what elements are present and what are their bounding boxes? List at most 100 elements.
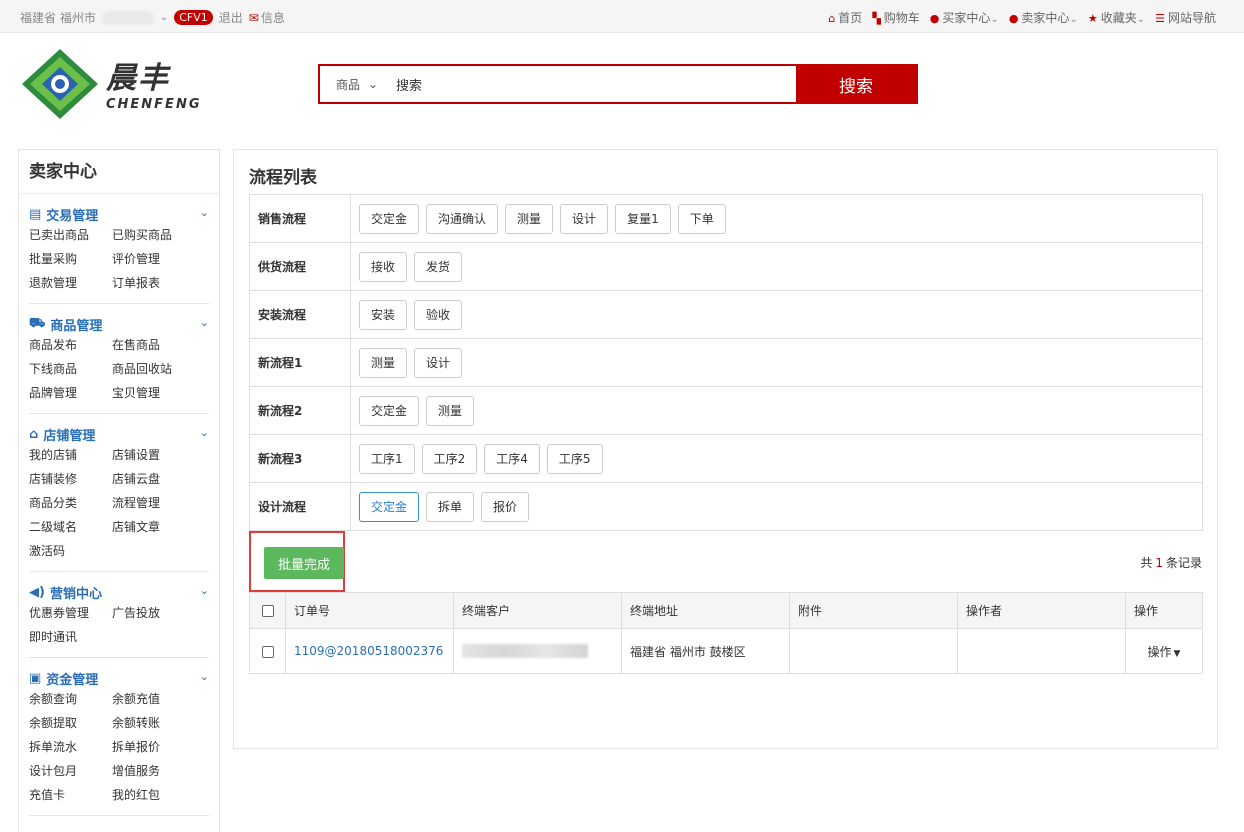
flow-step-button[interactable]: 拆单 [426, 491, 475, 522]
flow-label: 新流程3 [249, 434, 351, 483]
search-input[interactable] [394, 66, 796, 102]
sidebar-item[interactable]: 即时通讯 [29, 625, 112, 649]
search-button[interactable]: 搜索 [796, 66, 916, 102]
nav-buyer-center[interactable]: ● 买家中心⌄ [930, 9, 999, 26]
sidebar-item[interactable]: 已卖出商品 [29, 223, 112, 247]
sidebar-item[interactable]: 优惠券管理 [29, 601, 112, 625]
sidebar-item[interactable]: 二级域名 [29, 515, 112, 539]
sidebar-item[interactable]: 商品回收站 [112, 357, 195, 381]
select-all-checkbox[interactable] [261, 605, 274, 617]
flow-step-button[interactable]: 交定金 [359, 203, 420, 234]
chevron-down-icon[interactable]: ⌄ [200, 316, 209, 329]
sidebar-item[interactable]: 余额查询 [29, 687, 112, 711]
flow-step-button[interactable]: 安装 [359, 299, 408, 330]
flow-step-button[interactable]: 接收 [359, 251, 408, 282]
sidebar-item[interactable]: 激活码 [29, 539, 112, 563]
sidebar-item[interactable]: 余额转账 [112, 711, 195, 735]
sidebar-item[interactable]: 在售商品 [112, 333, 195, 357]
sidebar-item[interactable]: 拆单报价 [112, 735, 195, 759]
search-category-select[interactable]: 商品 ⌄ [320, 66, 394, 102]
location-label[interactable]: 福建省 福州市 [20, 9, 96, 26]
sidebar-item[interactable]: 增值服务 [112, 759, 195, 783]
flow-step-button[interactable]: 工序1 [359, 443, 415, 474]
logout-link[interactable]: 退出 [219, 9, 243, 26]
flow-step-button[interactable]: 测量 [505, 203, 554, 234]
flow-step-button[interactable]: 下单 [677, 203, 726, 234]
flow-buttons: 交定金 测量 [350, 386, 1203, 435]
flow-step-button[interactable]: 设计 [560, 203, 609, 234]
sidebar-item[interactable]: 充值卡 [29, 783, 112, 807]
col-header: 终端客户 [453, 592, 622, 629]
row-checkbox[interactable] [261, 645, 274, 658]
search-category-label: 商品 [335, 77, 360, 92]
chevron-down-icon[interactable]: ⌄ [160, 12, 168, 23]
flow-step-button[interactable]: 工序5 [546, 443, 603, 474]
flow-step-button[interactable]: 沟通确认 [426, 203, 499, 234]
sidebar-item[interactable]: 我的店铺 [29, 443, 112, 467]
flow-step-button[interactable]: 测量 [426, 395, 475, 426]
flow-step-button-active[interactable]: 交定金 [359, 491, 420, 522]
batch-highlight-frame: 批量完成 [249, 531, 345, 592]
batch-complete-button[interactable]: 批量完成 [264, 547, 344, 579]
flow-step-button[interactable]: 测量 [359, 347, 408, 378]
sidebar-item[interactable]: 退款管理 [29, 271, 112, 295]
nav-site-map-label: 网站导航 [1167, 11, 1216, 25]
sidebar-group-header[interactable]: ▤ 交易管理 [29, 205, 209, 224]
flow-buttons: 交定金 拆单 报价 [350, 482, 1203, 531]
chevron-down-icon[interactable]: ⌄ [200, 206, 209, 219]
sidebar-item[interactable]: 流程管理 [112, 491, 195, 515]
nav-cart[interactable]: ▚ 购物车 [872, 9, 919, 26]
sidebar-item[interactable]: 宝贝管理 [112, 381, 195, 405]
level-badge: CFV1 [174, 10, 213, 25]
sidebar-item[interactable]: 店铺云盘 [112, 467, 195, 491]
flow-step-button[interactable]: 复量1 [615, 203, 671, 234]
sidebar-item[interactable]: 已购买商品 [112, 223, 195, 247]
sidebar-item[interactable]: 品牌管理 [29, 381, 112, 405]
nav-home[interactable]: ⌂ 首页 [828, 9, 862, 26]
action-dropdown[interactable]: 操作 ▼ [1148, 645, 1181, 659]
sidebar-item[interactable]: 评价管理 [112, 247, 195, 271]
sidebar-item[interactable]: 批量采购 [29, 247, 112, 271]
sidebar-item[interactable]: 订单报表 [112, 271, 195, 295]
chevron-down-icon[interactable]: ⌄ [200, 426, 209, 439]
search-bar: 商品 ⌄ 搜索 [318, 64, 918, 104]
chevron-down-icon[interactable]: ⌄ [200, 584, 209, 597]
chevron-down-icon: ⌄ [1136, 14, 1146, 25]
flow-step-button[interactable]: 工序2 [421, 443, 478, 474]
flow-step-button[interactable]: 验收 [414, 299, 463, 330]
flow-label: 安装流程 [249, 290, 351, 339]
sidebar-group-header[interactable]: ▣ 资金管理 [29, 669, 209, 688]
flow-step-button[interactable]: 交定金 [359, 395, 420, 426]
mail-icon: ✉ [248, 11, 259, 25]
flow-step-button[interactable]: 工序4 [484, 443, 540, 474]
nav-cart-label: 购物车 [883, 11, 920, 25]
sidebar-item[interactable]: 商品发布 [29, 333, 112, 357]
sidebar-item[interactable]: 广告投放 [112, 601, 195, 625]
site-logo[interactable]: 晨丰 CHENFENG [20, 47, 210, 121]
sidebar-item[interactable]: 拆单流水 [29, 735, 112, 759]
sidebar-item[interactable]: 设计包月 [29, 759, 112, 783]
sidebar-group-header[interactable]: ⛟ 商品管理 [29, 315, 209, 334]
flow-step-button[interactable]: 设计 [414, 347, 463, 378]
sidebar-group-goods: ⛟ 商品管理 ⌄ 商品发布 在售商品 下线商品 商品回收站 品牌管理 宝贝管理 [29, 304, 209, 414]
chevron-down-icon: ⌄ [990, 14, 999, 25]
chevron-down-icon[interactable]: ⌄ [200, 670, 209, 683]
flow-step-button[interactable]: 发货 [414, 251, 463, 282]
nav-favorites[interactable]: ★ 收藏夹⌄ [1088, 9, 1145, 26]
sidebar-item[interactable]: 店铺文章 [112, 515, 195, 539]
order-no-link[interactable]: 1109@20180518002376 [294, 644, 443, 658]
sidebar-item[interactable]: 下线商品 [29, 357, 112, 381]
sidebar-group-header[interactable]: ◀) 营销中心 [29, 583, 209, 602]
messages-link[interactable]: ✉ 信息 [249, 9, 285, 26]
sidebar-item[interactable]: 我的红包 [112, 783, 195, 807]
sidebar-item[interactable]: 余额提取 [29, 711, 112, 735]
sidebar-item[interactable]: 商品分类 [29, 491, 112, 515]
flow-step-button[interactable]: 报价 [481, 491, 530, 522]
sidebar-item[interactable]: 余额充值 [112, 687, 195, 711]
user-icon: ● [1008, 12, 1019, 25]
nav-seller-center[interactable]: ● 卖家中心⌄ [1009, 9, 1078, 26]
sidebar-item[interactable]: 店铺设置 [112, 443, 195, 467]
sidebar-item[interactable]: 店铺装修 [29, 467, 112, 491]
nav-site-map[interactable]: ☰ 网站导航 [1155, 9, 1216, 26]
sidebar-group-header[interactable]: ⌂ 店铺管理 [29, 425, 209, 444]
